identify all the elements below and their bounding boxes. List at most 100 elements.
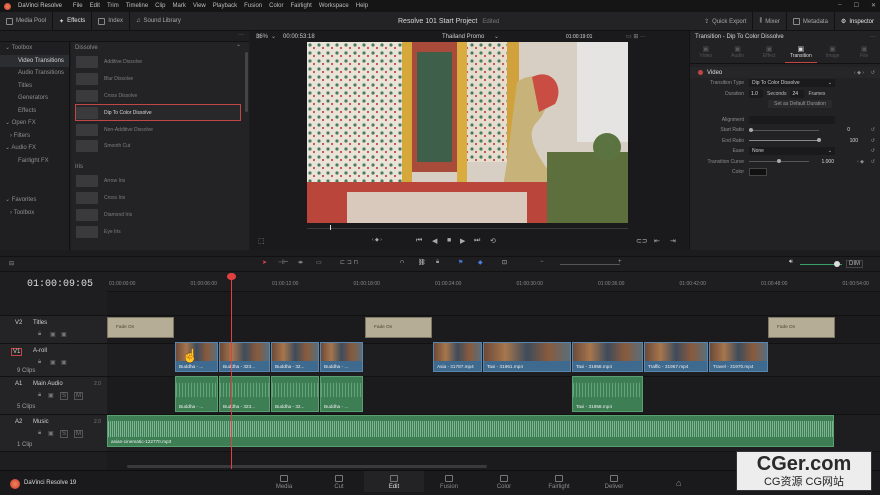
volume-icon[interactable]: 🔊︎ [789, 259, 793, 266]
page-deliver[interactable]: Deliver [584, 475, 644, 490]
effect-additive-dissolve[interactable]: Additive Dissolve [75, 54, 241, 71]
page-edit[interactable]: Edit [364, 471, 424, 492]
effect-non-additive-dissolve[interactable]: Non-Additive Dissolve [75, 121, 241, 138]
page-color[interactable]: Color [474, 475, 534, 490]
out-point-icon[interactable]: ⇥ [670, 237, 676, 245]
nav-item-effects[interactable]: Effects [0, 105, 69, 118]
viewer-timeline-name[interactable]: Thailand Promo [442, 34, 484, 40]
transition-type-dropdown[interactable]: Dip To Color Dissolve ⌄ [749, 79, 835, 88]
playhead[interactable] [231, 276, 232, 469]
set-default-duration-button[interactable]: Set as Default Duration [768, 100, 832, 109]
lock-icon[interactable]: 🔒︎ [38, 430, 41, 437]
menu-mark[interactable]: Mark [173, 3, 186, 9]
video-clip[interactable]: Asia - 31787.mp4 [433, 342, 482, 372]
track-header-a2[interactable]: A2 Music 2.0 🔒︎ ▣ S M 1 Clip [0, 414, 107, 452]
lock-icon[interactable]: 🔒︎ [38, 331, 41, 338]
auto-select-icon[interactable]: ▣ [48, 392, 54, 399]
menu-clip[interactable]: Clip [155, 3, 165, 9]
stop-icon[interactable]: ■ [447, 237, 451, 244]
page-media[interactable]: Media [254, 475, 314, 490]
menu-fusion[interactable]: Fusion [244, 3, 262, 9]
marker-icon[interactable]: ◆ [478, 259, 483, 266]
title-clip[interactable]: Fade On [768, 317, 835, 338]
zoom-to-fit-icon[interactable]: ⊡ [502, 259, 507, 266]
menu-fairlight[interactable]: Fairlight [290, 3, 311, 9]
linked-selection-icon[interactable]: ⛓ [418, 259, 426, 266]
close-icon[interactable]: ✕ [871, 2, 876, 9]
timeline-timecode[interactable]: 01:00:09:05 [27, 279, 93, 290]
media-pool-button[interactable]: Media Pool [0, 12, 52, 31]
video-clip[interactable]: Buddha - 32... [271, 342, 319, 372]
sound-library-button[interactable]: ♫ Sound Library [130, 12, 187, 31]
audio-clip[interactable]: Buddha - ... [320, 376, 363, 412]
index-button[interactable]: Index [92, 12, 129, 31]
nav-item-titles[interactable]: Titles [0, 80, 69, 93]
effect-dip-to-color-dissolve[interactable]: Dip To Color Dissolve [75, 104, 241, 122]
nav-item-generators[interactable]: Generators [0, 92, 69, 105]
reset-icon[interactable]: ↺ [871, 127, 875, 133]
nav-item-fairlight-fx[interactable]: Fairlight FX [0, 155, 69, 168]
reset-icon[interactable]: ↺ [871, 159, 875, 165]
snapping-icon[interactable]: ∩ [400, 259, 404, 265]
dynamic-trim-icon[interactable]: ⇼ [298, 259, 303, 266]
enable-video-icon[interactable] [698, 70, 703, 75]
transition-curve-slider[interactable] [749, 159, 809, 164]
video-clip[interactable]: Traffic - 31967.mp4 [644, 342, 708, 372]
end-ratio-value[interactable]: 100 [850, 138, 858, 144]
dissolve-section-header[interactable]: Dissolve ⌃ [71, 42, 249, 54]
keyframe-nav-icon[interactable]: ‹ ◆ › [854, 70, 864, 76]
video-clip[interactable]: Travel - 31970.mp4 [709, 342, 768, 372]
effect-smooth-cut[interactable]: Smooth Cut [75, 138, 241, 155]
timeline-view-options-icon[interactable]: ⊟ [9, 260, 14, 267]
volume-handle[interactable] [834, 261, 840, 267]
solo-icon[interactable]: S [60, 392, 69, 400]
play-icon[interactable]: ▶ [460, 237, 465, 245]
mute-icon[interactable]: M [74, 392, 83, 400]
dim-button[interactable]: DIM [846, 260, 863, 268]
zoom-dropdown-icon[interactable]: ⌄ [271, 33, 276, 40]
duration-frames-field[interactable]: 24 [790, 89, 805, 98]
menu-edit[interactable]: Edit [90, 3, 100, 9]
end-ratio-slider[interactable] [749, 138, 821, 143]
reset-icon[interactable]: ↺ [871, 138, 875, 144]
minimize-icon[interactable]: – [838, 2, 841, 9]
nav-item-filters[interactable]: › Filters [0, 130, 69, 143]
title-clip[interactable]: Fade On [365, 317, 432, 338]
menu-help[interactable]: Help [356, 3, 368, 9]
timeline-ruler[interactable]: 01:00:00:00 01:00:06:00 01:00:12:00 01:00:1… [107, 272, 880, 292]
inspector-options-icon[interactable]: ··· [870, 34, 876, 40]
maximize-icon[interactable]: ☐ [854, 2, 859, 9]
inspector-video-section[interactable]: Video ‹ ◆ › ↺ [690, 67, 880, 78]
viewer-options-icon[interactable]: ▭ ⊞ ··· [626, 33, 646, 40]
zoom-in-icon[interactable]: + [618, 259, 622, 265]
menu-file[interactable]: File [73, 3, 83, 9]
effect-eye-iris[interactable]: Eye Iris [75, 223, 241, 240]
solo-icon[interactable]: S [60, 430, 69, 438]
music-clip[interactable]: asian-cinematic-122770.mp3 [107, 415, 834, 447]
tab-effect[interactable]: ▣ Effect [753, 42, 785, 63]
effect-blur-dissolve[interactable]: Blur Dissolve [75, 71, 241, 88]
track-header-a1[interactable]: A1 Main Audio 2.0 🔒︎ ▣ S M 5 Clips [0, 376, 107, 414]
tab-transition[interactable]: ▣ Transition [785, 42, 817, 63]
track-header-v2[interactable]: V2 Titles 🔒︎ ▣ ▣ [0, 315, 107, 343]
color-swatch[interactable] [749, 168, 767, 177]
menu-color[interactable]: Color [269, 3, 283, 9]
audio-clip[interactable]: Buddha - 323... [219, 376, 270, 412]
video-clip[interactable]: Buddha - 323... [219, 342, 270, 372]
zoom-level[interactable]: 36% [256, 34, 268, 40]
nav-favorites[interactable]: ⌄ Favorites [0, 194, 70, 207]
playhead-handle[interactable] [227, 273, 236, 280]
audio-clip[interactable]: Taxi - 31958.mp4 [572, 376, 643, 412]
enable-track-icon[interactable]: ▣ [61, 331, 67, 338]
title-clip[interactable]: Fade On [107, 317, 174, 338]
tab-audio[interactable]: ▣ Audio [722, 42, 754, 63]
match-frame-icon[interactable]: ⊂⊃ [636, 237, 648, 245]
menu-timeline[interactable]: Timeline [126, 3, 148, 9]
effects-scrollbar[interactable] [245, 52, 248, 112]
duration-seconds-field[interactable]: 1.0 [749, 89, 763, 98]
position-lock-icon[interactable]: 🔒︎ [436, 259, 439, 266]
effect-cross-dissolve[interactable]: Cross Dissolve [75, 88, 241, 105]
nav-item-video-transitions[interactable]: Video Transitions [0, 54, 69, 67]
page-fairlight[interactable]: Fairlight [529, 475, 589, 490]
effect-diamond-iris[interactable]: Diamond Iris [75, 206, 241, 223]
